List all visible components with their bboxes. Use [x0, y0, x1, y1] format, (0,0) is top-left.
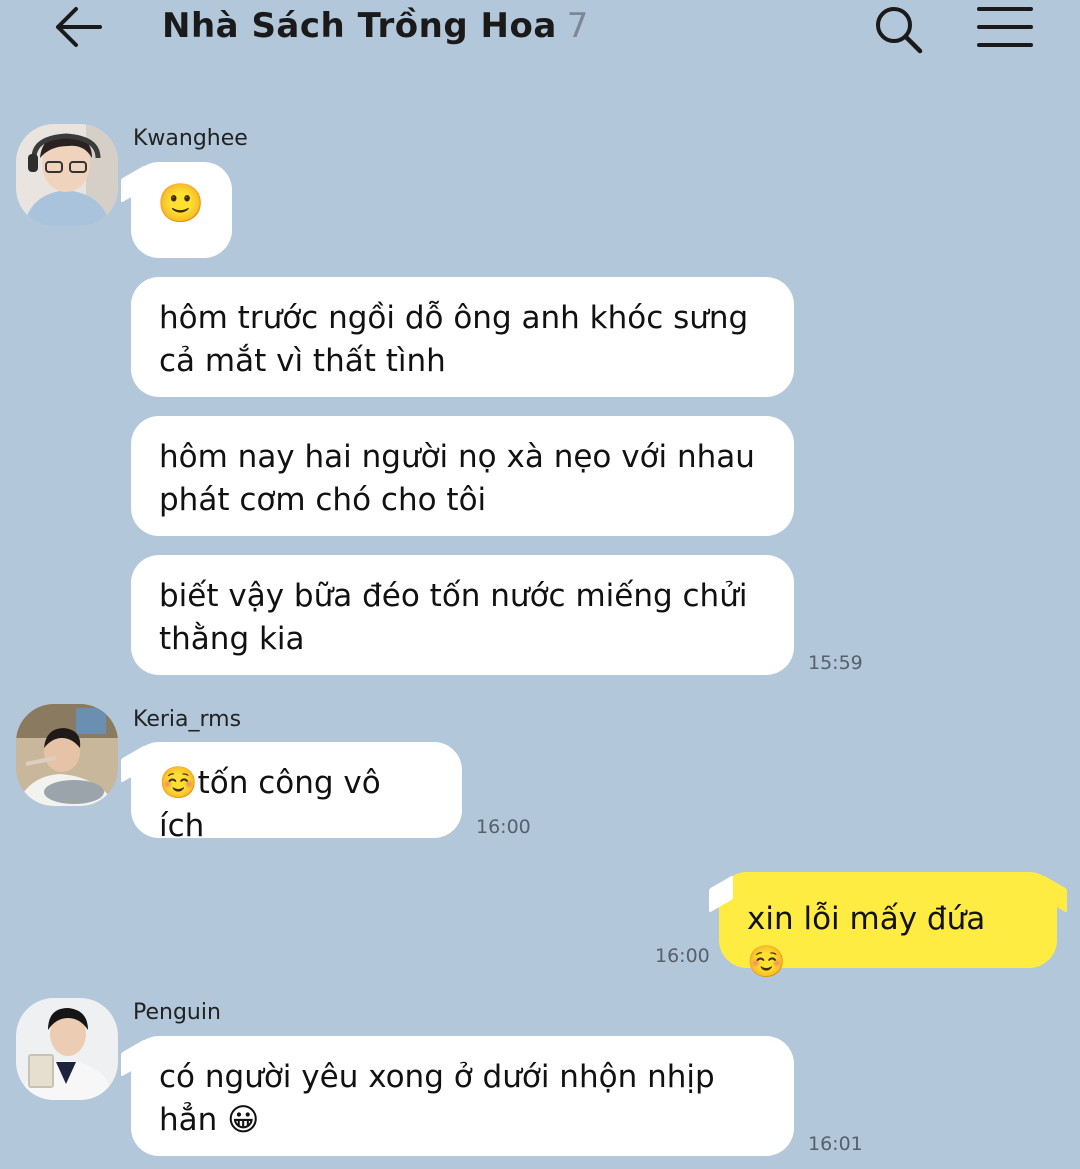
- search-icon: [876, 7, 923, 54]
- avatar-image: [16, 704, 118, 806]
- message-text: hôm trước ngồi dỗ ông anh khóc sưng cả m…: [159, 300, 749, 379]
- message-bubble[interactable]: ☺️tốn công vô ích: [131, 742, 462, 844]
- message-bubble[interactable]: hôm nay hai người nọ xà nẹo với nhau phá…: [131, 416, 794, 536]
- back-button[interactable]: [50, 4, 106, 50]
- chat-room-name: Nhà Sách Trồng Hoa: [162, 6, 557, 46]
- chat-title: Nhà Sách Trồng Hoa 7: [162, 6, 589, 46]
- search-button[interactable]: [870, 2, 926, 56]
- message-timestamp: 16:00: [476, 816, 531, 838]
- sender-name: Keria_rms: [133, 707, 242, 732]
- message-text: ☺️tốn công vô ích: [159, 765, 381, 844]
- arrow-left-icon: [56, 7, 102, 47]
- sender-name: Penguin: [133, 1000, 221, 1025]
- message-text: hôm nay hai người nọ xà nẹo với nhau phá…: [159, 439, 755, 518]
- avatar-image: [16, 124, 118, 226]
- message-bubble[interactable]: 🙂: [131, 162, 232, 258]
- hamburger-menu-icon: [977, 7, 1033, 47]
- avatar-keria-rms[interactable]: [16, 704, 118, 806]
- message-bubble[interactable]: có người yêu xong ở dưới nhộn nhịp hẳn 😀: [131, 1036, 794, 1156]
- avatar-penguin[interactable]: [16, 998, 118, 1100]
- message-bubble[interactable]: biết vậy bữa đéo tốn nước miếng chửi thằ…: [131, 555, 794, 675]
- message-text: 🙂: [157, 181, 205, 225]
- message-text: có người yêu xong ở dưới nhộn nhịp hẳn 😀: [159, 1059, 715, 1138]
- sender-name: Kwanghee: [133, 126, 248, 151]
- chat-header: Nhà Sách Trồng Hoa 7: [0, 0, 1080, 60]
- avatar-kwanghee[interactable]: [16, 124, 118, 226]
- my-message-bubble[interactable]: xin lỗi mấy đứa ☺️: [719, 872, 1057, 980]
- message-text: xin lỗi mấy đứa ☺️: [747, 901, 986, 980]
- member-count: 7: [566, 6, 589, 46]
- message-text: biết vậy bữa đéo tốn nước miếng chửi thằ…: [159, 578, 748, 657]
- avatar-image: [16, 998, 118, 1100]
- menu-button[interactable]: [976, 4, 1034, 50]
- message-timestamp: 15:59: [808, 652, 863, 674]
- message-bubble[interactable]: hôm trước ngồi dỗ ông anh khóc sưng cả m…: [131, 277, 794, 397]
- message-timestamp: 16:00: [655, 945, 710, 967]
- message-timestamp: 16:01: [808, 1133, 863, 1155]
